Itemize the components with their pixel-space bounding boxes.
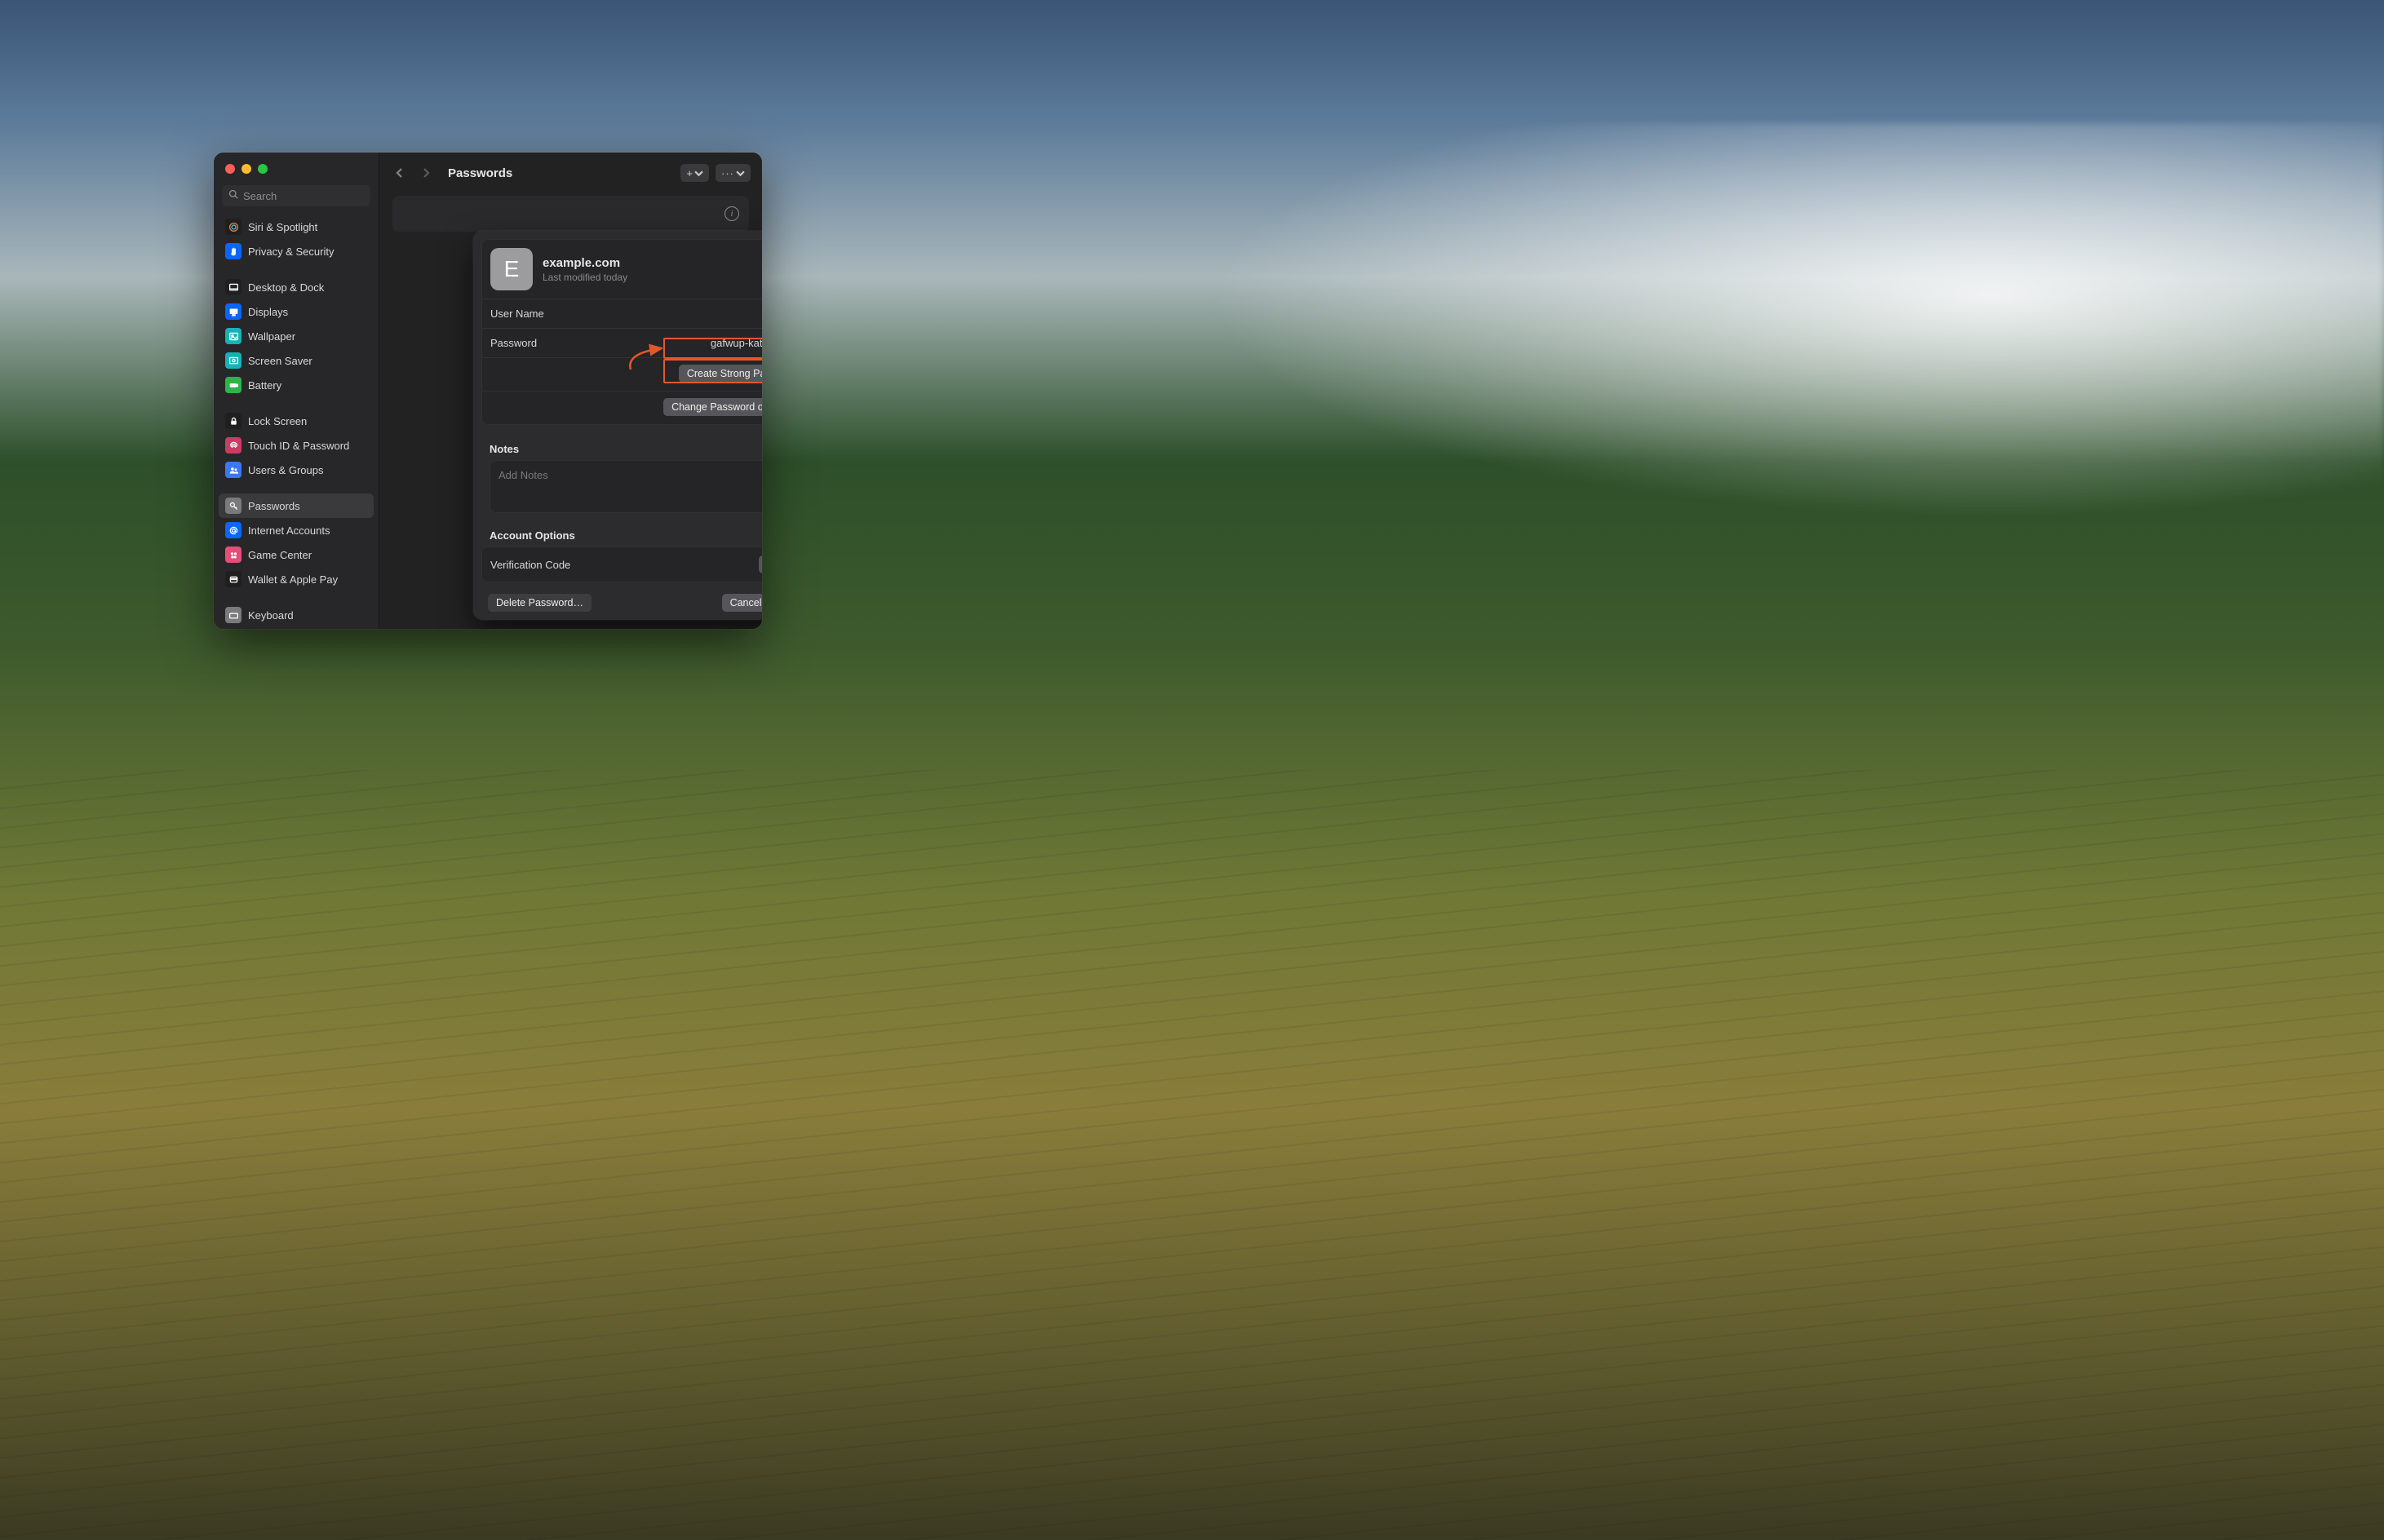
sidebar-item-battery[interactable]: Battery [219,373,374,397]
lock-icon [225,413,242,429]
ellipsis-icon: ··· [721,168,734,179]
screensaver-icon [225,352,242,369]
wallet-icon [225,571,242,587]
sidebar-item-trackpad[interactable]: Trackpad [219,627,374,629]
bg-vineyard [0,770,2384,1540]
sidebar-item-passwords[interactable]: Passwords [219,493,374,518]
sidebar-item-label: Game Center [248,549,312,561]
password-row[interactable]: Password gafwup-katzyf-Qacnu6 [482,329,762,358]
sidebar-item-label: Lock Screen [248,415,307,427]
account-options-panel: Verification Code Set Up… [481,547,762,582]
sidebar-item-wallpaper[interactable]: Wallpaper [219,324,374,348]
system-settings-window: Siri & Spotlight Privacy & Security Deskto… [214,153,762,629]
close-window-button[interactable] [225,164,235,174]
sidebar-item-displays[interactable]: Displays [219,299,374,324]
chevron-down-icon [694,169,703,178]
cancel-label: Cancel [730,597,762,608]
sidebar-item-label: Internet Accounts [248,524,330,537]
username-label: User Name [490,308,544,320]
site-subtitle: Last modified today [543,272,627,283]
key-icon [225,498,242,514]
displays-icon [225,303,242,320]
toolbar: Passwords + ··· [379,153,762,193]
sidebar-item-label: Wallet & Apple Pay [248,573,338,586]
sidebar-item-touch-id-password[interactable]: Touch ID & Password [219,433,374,458]
bg-cloud [1073,123,2384,555]
change-password-website-label: Change Password on Website [671,401,762,413]
page-title: Passwords [448,166,512,180]
sidebar-item-siri-spotlight[interactable]: Siri & Spotlight [219,215,374,239]
password-value: gafwup-katzyf-Qacnu6 [711,337,762,349]
sidebar-item-label: Displays [248,306,288,318]
sidebar-list: Siri & Spotlight Privacy & Security Deskto… [214,213,379,629]
username-row[interactable]: User Name example [482,299,762,329]
sidebar-item-label: Users & Groups [248,464,323,476]
sidebar-item-desktop-dock[interactable]: Desktop & Dock [219,275,374,299]
window-controls [214,153,379,182]
battery-icon [225,377,242,393]
sidebar-item-wallet-apple-pay[interactable]: Wallet & Apple Pay [219,567,374,591]
forward-button[interactable] [417,164,435,182]
password-list-empty-card: i [392,196,749,232]
sidebar-item-game-center[interactable]: Game Center [219,542,374,567]
verification-code-label: Verification Code [490,559,570,571]
sidebar-item-internet-accounts[interactable]: Internet Accounts [219,518,374,542]
hand-icon [225,243,242,259]
search-input[interactable] [243,190,387,202]
content-pane: Passwords + ··· i ? E [379,153,762,629]
game-icon [225,547,242,563]
sidebar-item-label: Desktop & Dock [248,281,324,294]
sidebar-item-label: Siri & Spotlight [248,221,317,233]
sidebar: Siri & Spotlight Privacy & Security Deskto… [214,153,379,629]
site-title: example.com [543,256,627,270]
site-avatar: E [490,248,533,290]
change-password-website-button[interactable]: Change Password on Website [663,398,762,416]
delete-password-button[interactable]: Delete Password… [488,594,592,612]
back-button[interactable] [391,164,409,182]
at-icon [225,522,242,538]
sidebar-item-label: Privacy & Security [248,246,334,258]
sidebar-item-screen-saver[interactable]: Screen Saver [219,348,374,373]
zoom-window-button[interactable] [258,164,268,174]
notes-textarea[interactable] [499,469,762,502]
sidebar-item-label: Touch ID & Password [248,440,349,452]
cancel-button[interactable]: Cancel [722,594,762,612]
sidebar-item-lock-screen[interactable]: Lock Screen [219,409,374,433]
site-panel: E example.com Last modified today User N… [481,239,762,425]
search-field[interactable] [222,185,370,206]
delete-password-label: Delete Password… [496,597,583,608]
plus-icon: + [686,168,693,179]
keyboard-icon [225,607,242,623]
more-button[interactable]: ··· [716,164,751,182]
wallpaper-icon [225,328,242,344]
sidebar-item-users-groups[interactable]: Users & Groups [219,458,374,482]
sidebar-item-privacy-security[interactable]: Privacy & Security [219,239,374,263]
notes-section-title: Notes [481,435,762,460]
sidebar-item-keyboard[interactable]: Keyboard [219,603,374,627]
verification-setup-button[interactable]: Set Up… [759,555,762,573]
info-icon[interactable]: i [725,206,739,221]
create-strong-password-label: Create Strong Password [687,368,762,379]
minimize-window-button[interactable] [242,164,251,174]
create-strong-password-button[interactable]: Create Strong Password [679,365,762,383]
sidebar-item-label: Battery [248,379,281,392]
sidebar-item-label: Screen Saver [248,355,312,367]
search-icon [228,188,238,203]
password-label: Password [490,337,537,349]
notes-field[interactable] [490,460,762,513]
sidebar-item-label: Keyboard [248,609,294,622]
dock-icon [225,279,242,295]
sidebar-item-label: Wallpaper [248,330,295,343]
add-password-button[interactable]: + [680,164,709,182]
password-detail-sheet: E example.com Last modified today User N… [473,231,762,620]
sidebar-item-label: Passwords [248,500,300,512]
chevron-down-icon [736,169,745,178]
touchid-icon [225,437,242,454]
users-icon [225,462,242,478]
siri-icon [225,219,242,235]
account-options-title: Account Options [481,521,762,547]
